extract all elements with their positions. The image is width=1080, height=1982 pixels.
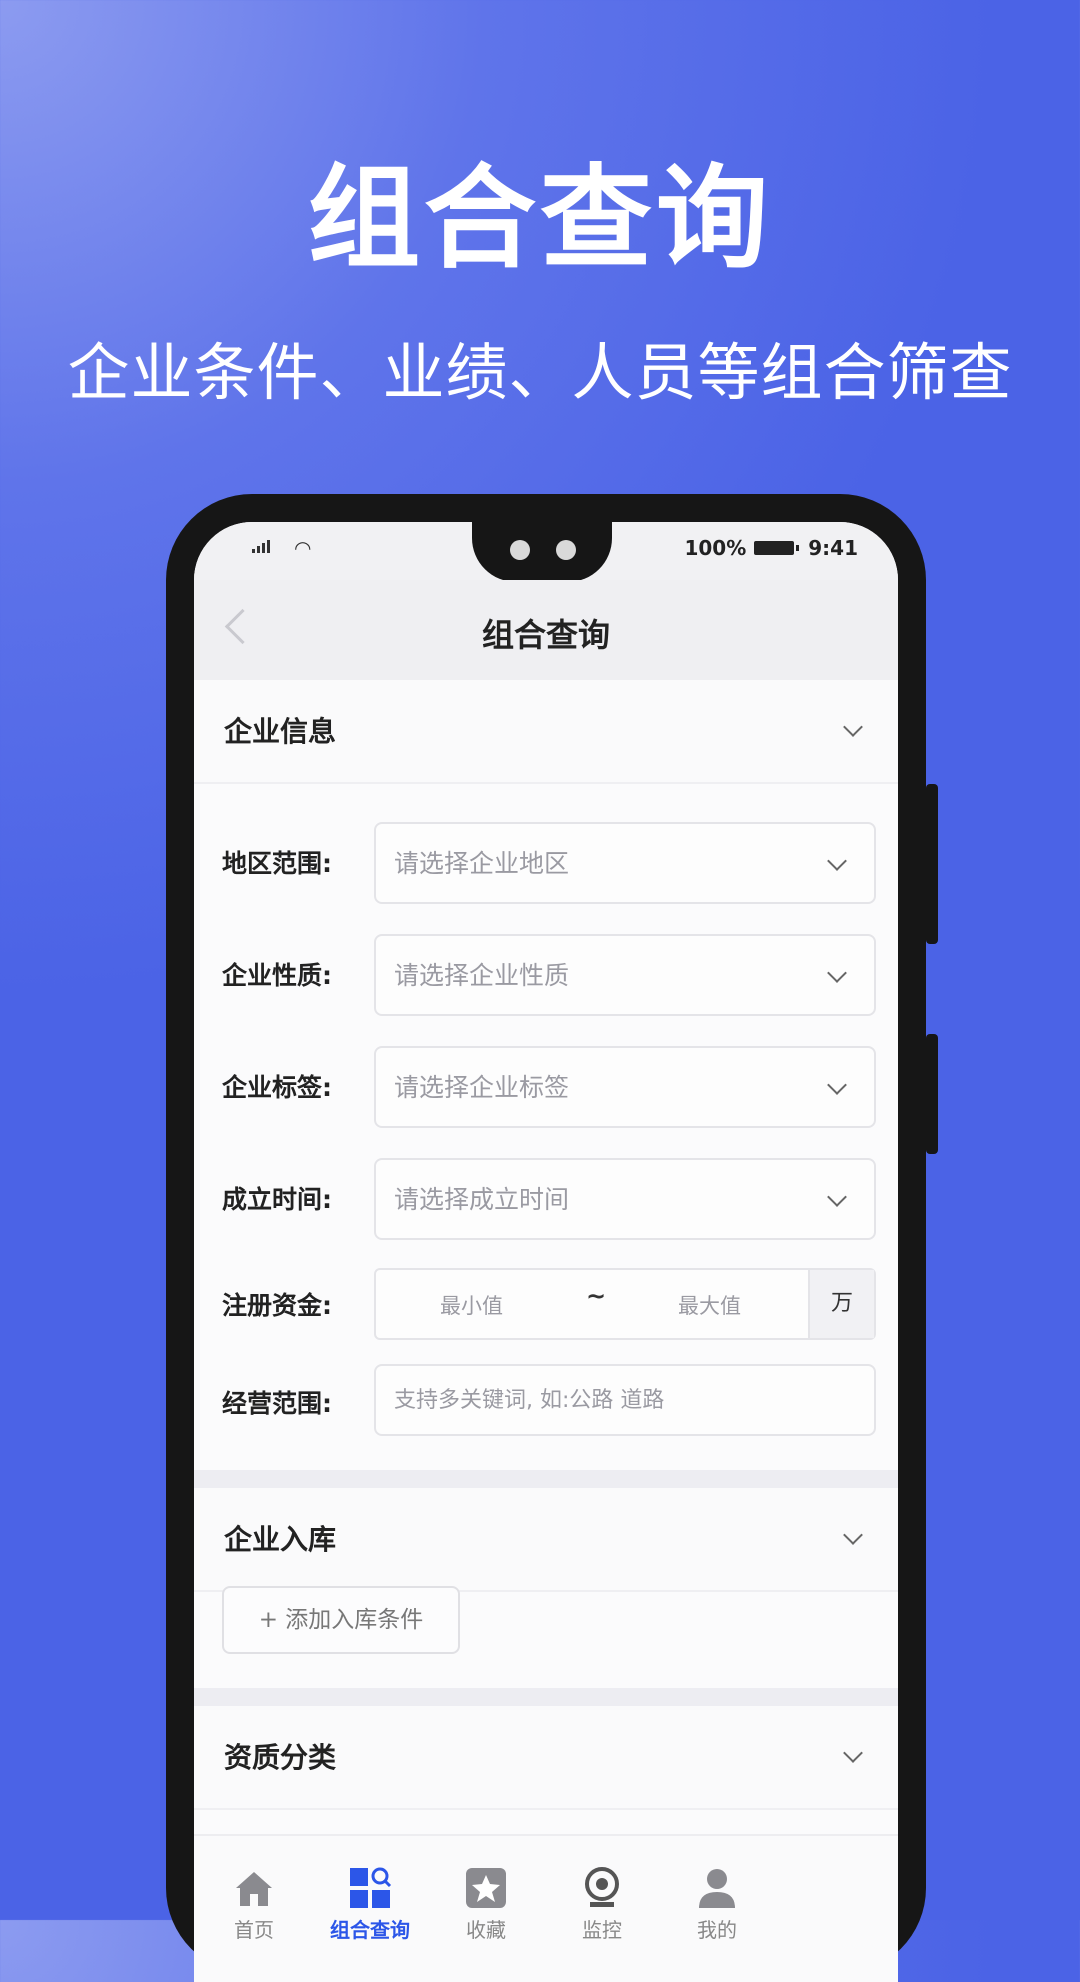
tags-select[interactable]: 请选择企业标签 <box>374 1046 876 1128</box>
phone-frame: ◠ 100% 9:41 组合查询 企业信息 地区范围: 请选择企业地区 企业性质… <box>166 494 938 1982</box>
phone-screen: ◠ 100% 9:41 组合查询 企业信息 地区范围: 请选择企业地区 企业性质… <box>194 522 898 1982</box>
person-icon <box>695 1866 739 1910</box>
tab-mine[interactable]: 我的 <box>658 1866 776 1943</box>
section-divider <box>194 1470 898 1488</box>
section-enterprise-storage[interactable]: 企业入库 <box>194 1488 898 1592</box>
chevron-down-icon <box>843 1743 863 1763</box>
section-label: 企业入库 <box>224 1523 337 1556</box>
home-icon <box>232 1866 276 1910</box>
chevron-down-icon <box>827 1075 847 1095</box>
clock: 9:41 <box>808 536 858 560</box>
chevron-down-icon <box>827 1187 847 1207</box>
founded-select[interactable]: 请选择成立时间 <box>374 1158 876 1240</box>
tab-monitor[interactable]: 监控 <box>542 1866 662 1943</box>
section-label: 企业信息 <box>224 715 337 748</box>
side-button <box>926 1034 938 1154</box>
signal-icon <box>252 540 270 553</box>
tab-favorites[interactable]: 收藏 <box>426 1866 546 1943</box>
section-qualification[interactable]: 资质分类 <box>194 1706 898 1810</box>
founded-placeholder: 请选择成立时间 <box>394 1185 570 1214</box>
capital-min-input[interactable]: 最小值 <box>440 1290 503 1320</box>
nav-bar: 组合查询 <box>194 580 898 680</box>
tab-combined-query[interactable]: 组合查询 <box>310 1866 430 1943</box>
tab-label: 我的 <box>697 1918 737 1942</box>
camera-notch <box>472 522 612 582</box>
hero-subtitle: 企业条件、业绩、人员等组合筛查 <box>67 336 1013 409</box>
camera-icon <box>580 1866 624 1910</box>
tab-label: 监控 <box>582 1918 622 1942</box>
region-label: 地区范围: <box>222 849 332 878</box>
add-condition-button[interactable]: + 添加入库条件 <box>222 1586 460 1654</box>
side-button <box>926 784 938 944</box>
founded-label: 成立时间: <box>222 1185 332 1214</box>
capital-range: 最小值 ~ 最大值 万 <box>374 1268 876 1340</box>
star-icon <box>464 1866 508 1910</box>
region-placeholder: 请选择企业地区 <box>394 849 570 878</box>
tab-label: 首页 <box>234 1918 274 1942</box>
chevron-down-icon <box>843 1525 863 1545</box>
section-enterprise-info[interactable]: 企业信息 <box>194 680 898 784</box>
page-title: 组合查询 <box>481 616 610 654</box>
chevron-down-icon <box>827 851 847 871</box>
battery-icon <box>754 541 800 555</box>
capital-max-input[interactable]: 最大值 <box>678 1290 741 1320</box>
camera-dot <box>556 540 576 560</box>
chevron-down-icon <box>843 717 863 737</box>
scope-placeholder: 支持多关键词, 如:公路 道路 <box>394 1388 665 1413</box>
capital-unit: 万 <box>808 1270 874 1338</box>
nature-select[interactable]: 请选择企业性质 <box>374 934 876 1016</box>
scope-input[interactable]: 支持多关键词, 如:公路 道路 <box>374 1364 876 1436</box>
camera-dot <box>510 540 530 560</box>
hero-title: 组合查询 <box>308 154 772 284</box>
tab-home[interactable]: 首页 <box>194 1866 314 1943</box>
scope-label: 经营范围: <box>222 1389 332 1418</box>
bottom-tab-bar: 首页 组合查询 收藏 监控 我的 <box>194 1834 898 1982</box>
range-separator: ~ <box>586 1282 607 1310</box>
capital-label: 注册资金: <box>222 1291 332 1320</box>
battery-percent: 100% <box>684 536 747 560</box>
grid-search-icon <box>348 1866 392 1910</box>
wifi-icon: ◠ <box>294 536 312 560</box>
tags-placeholder: 请选择企业标签 <box>394 1073 570 1102</box>
tab-label: 收藏 <box>466 1918 506 1942</box>
nature-label: 企业性质: <box>222 961 332 990</box>
section-divider <box>194 1688 898 1706</box>
status-right: 100% 9:41 <box>684 536 858 560</box>
region-select[interactable]: 请选择企业地区 <box>374 822 876 904</box>
chevron-down-icon <box>827 963 847 983</box>
section-label: 资质分类 <box>224 1741 337 1774</box>
nature-placeholder: 请选择企业性质 <box>394 961 570 990</box>
tags-label: 企业标签: <box>222 1073 332 1102</box>
tab-label: 组合查询 <box>330 1918 410 1942</box>
